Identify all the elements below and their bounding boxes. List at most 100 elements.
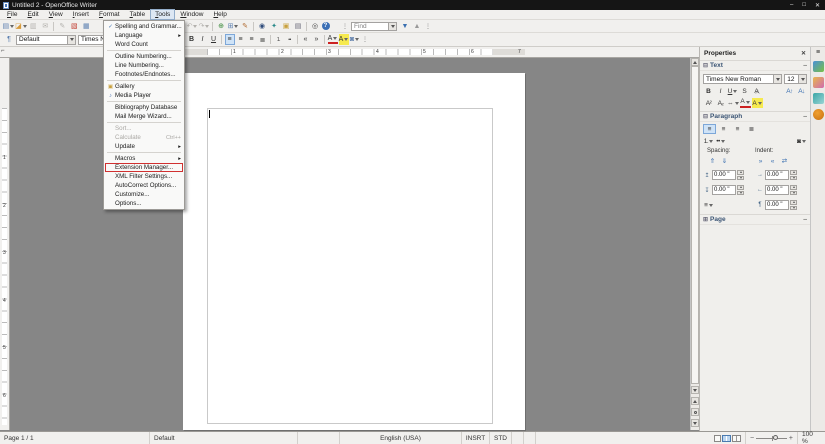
menu-item-autocorrect-options[interactable]: AutoCorrect Options... [105, 181, 183, 190]
styles-tab[interactable] [812, 109, 824, 120]
first-line-indent-spinner[interactable]: ¶ 0.00 " [756, 200, 797, 210]
spinner-up-button[interactable] [737, 185, 744, 190]
numbered-list-button[interactable]: 1. [274, 34, 284, 45]
navigation-button[interactable] [691, 408, 699, 416]
sb-highlight-button[interactable]: A [751, 98, 763, 108]
collapse-icon[interactable]: ⊟ [703, 113, 708, 120]
menu-item-customize[interactable]: Customize... [105, 190, 183, 199]
sidebar-font-name-select[interactable]: Times New Roman [703, 74, 783, 84]
spinner-down-button[interactable] [737, 175, 744, 180]
section-menu-icon[interactable]: ‒ [803, 62, 807, 69]
zoom-percentage[interactable]: 100 % [798, 431, 825, 444]
before-indent-spinner[interactable]: → 0.00 " [756, 170, 797, 180]
zoom-out-button[interactable]: − [750, 435, 754, 442]
align-right-button[interactable]: ≡ [247, 34, 257, 45]
highlighting-button[interactable]: A [338, 34, 349, 45]
data-sources-button[interactable]: ▤ [293, 21, 304, 32]
find-previous-button[interactable]: ▲ [412, 21, 423, 32]
sidebar-menu-icon[interactable]: ≡ [816, 49, 820, 56]
spinner-down-button[interactable] [790, 205, 797, 210]
sb-italic-button[interactable]: I [715, 86, 726, 96]
sb-shrink-font-button[interactable]: A↓ [796, 86, 807, 96]
properties-tab[interactable] [812, 61, 824, 72]
next-page-button[interactable] [691, 419, 699, 427]
sb-strikethrough-button[interactable]: S [739, 86, 750, 96]
sb-align-right-button[interactable]: ≡ [731, 124, 744, 134]
expand-icon[interactable]: ⊞ [703, 216, 708, 223]
gallery-tab[interactable] [812, 77, 824, 88]
menubar-help[interactable]: Help [208, 9, 231, 20]
above-spacing-spinner[interactable]: ↥ 0.00 " [703, 170, 744, 180]
menu-item-sort[interactable]: Sort... [105, 124, 183, 133]
increase-indent-button[interactable]: » [312, 34, 322, 45]
decrease-indent-button[interactable]: « [301, 34, 311, 45]
zoom-slider-track[interactable] [756, 435, 787, 441]
previous-page-button[interactable] [691, 397, 699, 405]
open-button[interactable]: ◪ [15, 21, 27, 32]
help-button[interactable]: ? [321, 22, 330, 30]
section-menu-icon[interactable]: ‒ [803, 216, 807, 223]
sb-font-color-button[interactable]: A [739, 98, 751, 108]
scroll-up-button[interactable] [691, 58, 699, 66]
sb-underline-button[interactable]: U [727, 86, 738, 96]
sb-decrease-spacing-button[interactable]: ⇓ [719, 156, 730, 166]
find-next-button[interactable]: ▼ [400, 21, 411, 32]
language-indicator[interactable]: English (USA) [340, 432, 462, 444]
line-spacing-control[interactable]: ≡ [703, 200, 714, 210]
page-section-header[interactable]: ⊞ Page ‒ [700, 214, 810, 225]
bold-button[interactable]: B [187, 34, 197, 45]
edit-file-button[interactable]: ✎ [57, 21, 68, 32]
sb-bullet-list-button[interactable]: •• [715, 136, 726, 146]
close-icon[interactable]: ✕ [801, 50, 806, 57]
after-indent-spinner[interactable]: ← 0.00 " [756, 185, 797, 195]
scrollbar-thumb[interactable] [691, 66, 699, 384]
menu-item-calculate[interactable]: Calculate Ctrl++ [105, 133, 183, 142]
sb-increase-spacing-button[interactable]: ⇑ [707, 156, 718, 166]
sb-justify-button[interactable]: ≣ [745, 124, 758, 134]
navigator-button[interactable]: ✦ [269, 21, 280, 32]
new-document-button[interactable]: ▤ [3, 21, 15, 32]
toolbar-overflow-icon[interactable]: ⋮ [342, 23, 348, 30]
selection-mode-indicator[interactable]: STD [490, 432, 512, 444]
single-page-view-button[interactable] [714, 434, 722, 442]
menubar-table[interactable]: Table [125, 9, 151, 20]
first-line-indent-value[interactable]: 0.00 " [765, 200, 789, 210]
menubar-edit[interactable]: Edit [23, 9, 44, 20]
menubar-window[interactable]: Window [175, 9, 208, 20]
find-input[interactable]: Find [351, 21, 397, 31]
menu-item-line-numbering[interactable]: Line Numbering... [105, 61, 183, 70]
navigator-tab[interactable] [812, 93, 824, 104]
font-color-button[interactable]: A [327, 35, 338, 44]
sb-switch-indent-button[interactable]: ⇄ [779, 156, 790, 166]
bullet-list-button[interactable]: •• [285, 34, 295, 45]
print-button[interactable]: ▦ [81, 21, 92, 32]
chevron-down-icon[interactable] [388, 22, 396, 30]
sb-superscript-button[interactable]: A² [703, 98, 714, 108]
hyperlink-button[interactable]: ⊕ [216, 21, 227, 32]
after-indent-value[interactable]: 0.00 " [765, 185, 789, 195]
scroll-down-button[interactable] [691, 386, 699, 394]
chevron-down-icon[interactable] [798, 75, 806, 83]
minimize-button[interactable]: – [790, 2, 793, 9]
menubar-format[interactable]: Format [94, 9, 125, 20]
book-view-button[interactable] [732, 434, 741, 442]
before-indent-value[interactable]: 0.00 " [765, 170, 789, 180]
email-document-button[interactable]: ✉ [40, 21, 51, 32]
save-button[interactable]: ▥ [28, 21, 39, 32]
justify-button[interactable]: ≣ [258, 34, 268, 45]
styles-and-formatting-icon[interactable]: ¶ [4, 35, 14, 45]
page-style-indicator[interactable]: Default [150, 432, 298, 444]
menubar-view[interactable]: View [44, 9, 68, 20]
draw-functions-button[interactable]: ✎ [240, 21, 251, 32]
underline-button[interactable]: U [209, 34, 219, 45]
sb-grow-font-button[interactable]: A↑ [784, 86, 795, 96]
spinner-up-button[interactable] [737, 170, 744, 175]
sb-align-left-button[interactable]: ≡ [703, 124, 716, 134]
vertical-scrollbar[interactable] [690, 58, 699, 430]
sb-character-spacing-button[interactable]: ⇔ [727, 98, 739, 108]
text-section-header[interactable]: ⊟ Text ‒ [700, 60, 810, 71]
below-spacing-value[interactable]: 0.00 " [712, 185, 736, 195]
sidebar-font-size-select[interactable]: 12 [784, 74, 807, 84]
menubar-tools[interactable]: Tools [150, 9, 176, 20]
align-center-button[interactable]: ≡ [236, 34, 246, 45]
